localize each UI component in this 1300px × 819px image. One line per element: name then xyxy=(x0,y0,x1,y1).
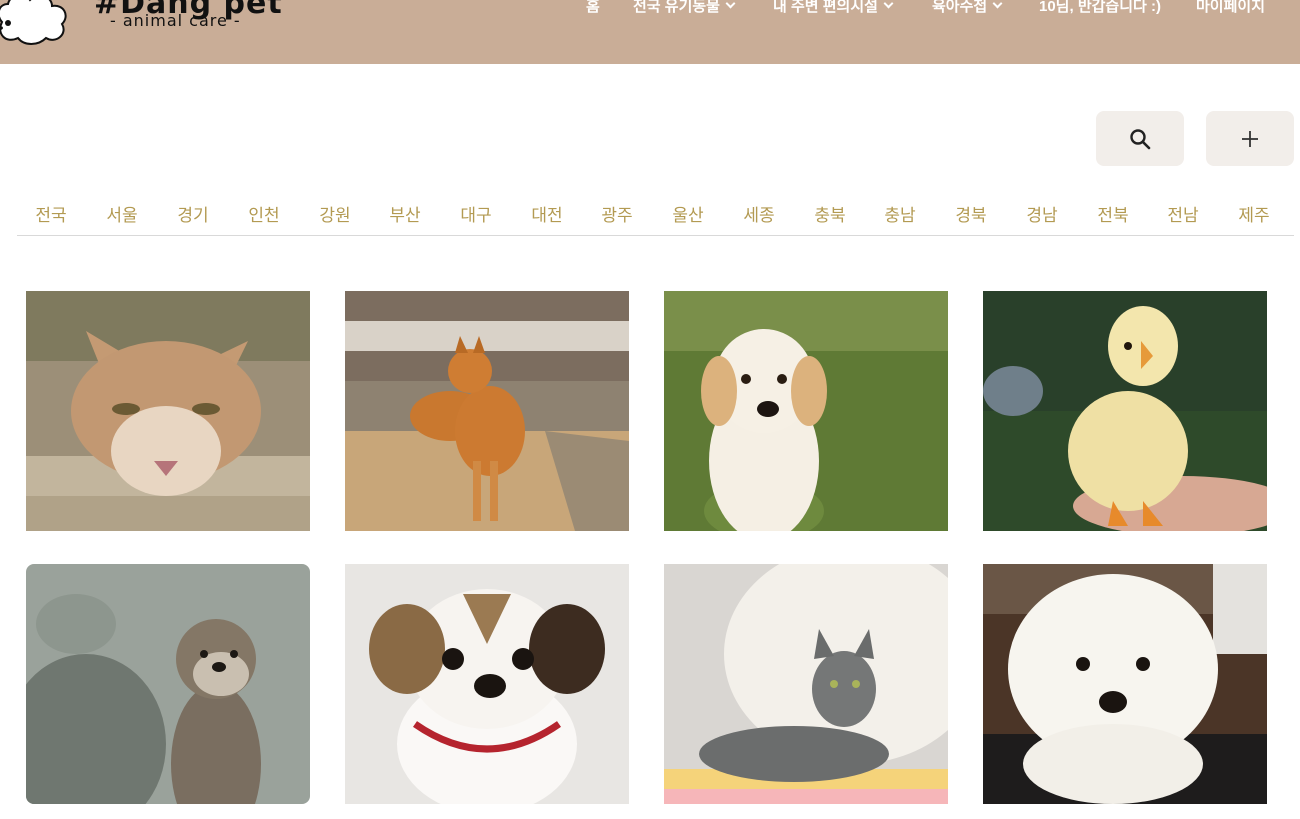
nav-mypage-label: 마이페이지 xyxy=(1196,0,1266,15)
nav-user-greeting-label: 10님, 반갑습니다 :) xyxy=(1039,0,1161,15)
search-button[interactable] xyxy=(1096,111,1184,166)
cougar-photo xyxy=(26,291,310,531)
chick-photo xyxy=(983,291,1267,531)
chevron-down-icon xyxy=(992,0,1003,8)
nav-mypage[interactable]: 마이페이지 xyxy=(1196,0,1265,15)
region-tab[interactable]: 울산 xyxy=(672,201,703,226)
animal-card-russian-blue-cat[interactable] xyxy=(664,564,948,804)
animal-card-bichon[interactable] xyxy=(983,564,1267,804)
region-tab[interactable]: 전남 xyxy=(1167,201,1198,226)
region-tab[interactable]: 인천 xyxy=(248,201,279,226)
animal-card-shiba-inu[interactable] xyxy=(345,291,629,531)
region-tab[interactable]: 부산 xyxy=(389,201,420,226)
chevron-down-icon xyxy=(725,0,736,8)
nav-home[interactable]: 홈 xyxy=(586,0,600,15)
russian-blue-cat-photo xyxy=(664,564,948,804)
animal-card-chick[interactable] xyxy=(983,291,1267,531)
region-tab[interactable]: 경기 xyxy=(177,201,208,226)
nav-abandoned-animals-label: 전국 유기동물 xyxy=(633,0,720,15)
golden-puppy-photo xyxy=(664,291,948,531)
animal-card-otter[interactable] xyxy=(26,564,310,804)
region-tab[interactable]: 제주 xyxy=(1238,201,1269,226)
region-tab[interactable]: 세종 xyxy=(743,201,774,226)
region-tab[interactable]: 광주 xyxy=(601,201,632,226)
region-tab[interactable]: 경북 xyxy=(955,201,986,226)
region-tab[interactable]: 충남 xyxy=(884,201,915,226)
bichon-photo xyxy=(983,564,1267,804)
nav-nearby-facilities[interactable]: 내 주변 편의시설 xyxy=(773,0,894,15)
nav-home-label: 홈 xyxy=(586,0,600,15)
animal-card-golden-puppy[interactable] xyxy=(664,291,948,531)
region-tab[interactable]: 대전 xyxy=(531,201,562,226)
region-tab[interactable]: 충북 xyxy=(814,201,845,226)
animal-card-shih-tzu[interactable] xyxy=(345,564,629,804)
shih-tzu-photo xyxy=(345,564,629,804)
site-header: #Dang pet - animal care - 홈 전국 유기동물 내 주변… xyxy=(0,0,1300,64)
nav-nearby-facilities-label: 내 주변 편의시설 xyxy=(773,0,878,15)
add-post-button[interactable] xyxy=(1206,111,1294,166)
nav-care-notebook[interactable]: 육아수첩 xyxy=(932,0,1003,15)
region-tab[interactable]: 강원 xyxy=(319,201,350,226)
chevron-down-icon xyxy=(883,0,894,8)
region-tabs: 전국 서울 경기 인천 강원 부산 대구 대전 광주 울산 세종 충북 충남 경… xyxy=(17,198,1294,236)
nav-user-greeting[interactable]: 10님, 반갑습니다 :) xyxy=(1039,0,1161,15)
region-tab[interactable]: 전북 xyxy=(1097,201,1128,226)
region-tab[interactable]: 경남 xyxy=(1026,201,1057,226)
nav-care-notebook-label: 육아수첩 xyxy=(932,0,988,15)
plus-icon xyxy=(1242,130,1258,147)
nav-abandoned-animals[interactable]: 전국 유기동물 xyxy=(633,0,736,15)
search-icon xyxy=(1130,128,1151,149)
animal-card-cougar[interactable] xyxy=(26,291,310,531)
brand-subtitle: - animal care - xyxy=(110,11,241,30)
region-tab[interactable]: 서울 xyxy=(106,201,137,226)
region-tab[interactable]: 전국 xyxy=(35,201,66,226)
dog-logo-icon[interactable] xyxy=(0,0,76,46)
otter-photo xyxy=(26,564,310,804)
region-tab[interactable]: 대구 xyxy=(460,201,491,226)
shiba-inu-photo xyxy=(345,291,629,531)
